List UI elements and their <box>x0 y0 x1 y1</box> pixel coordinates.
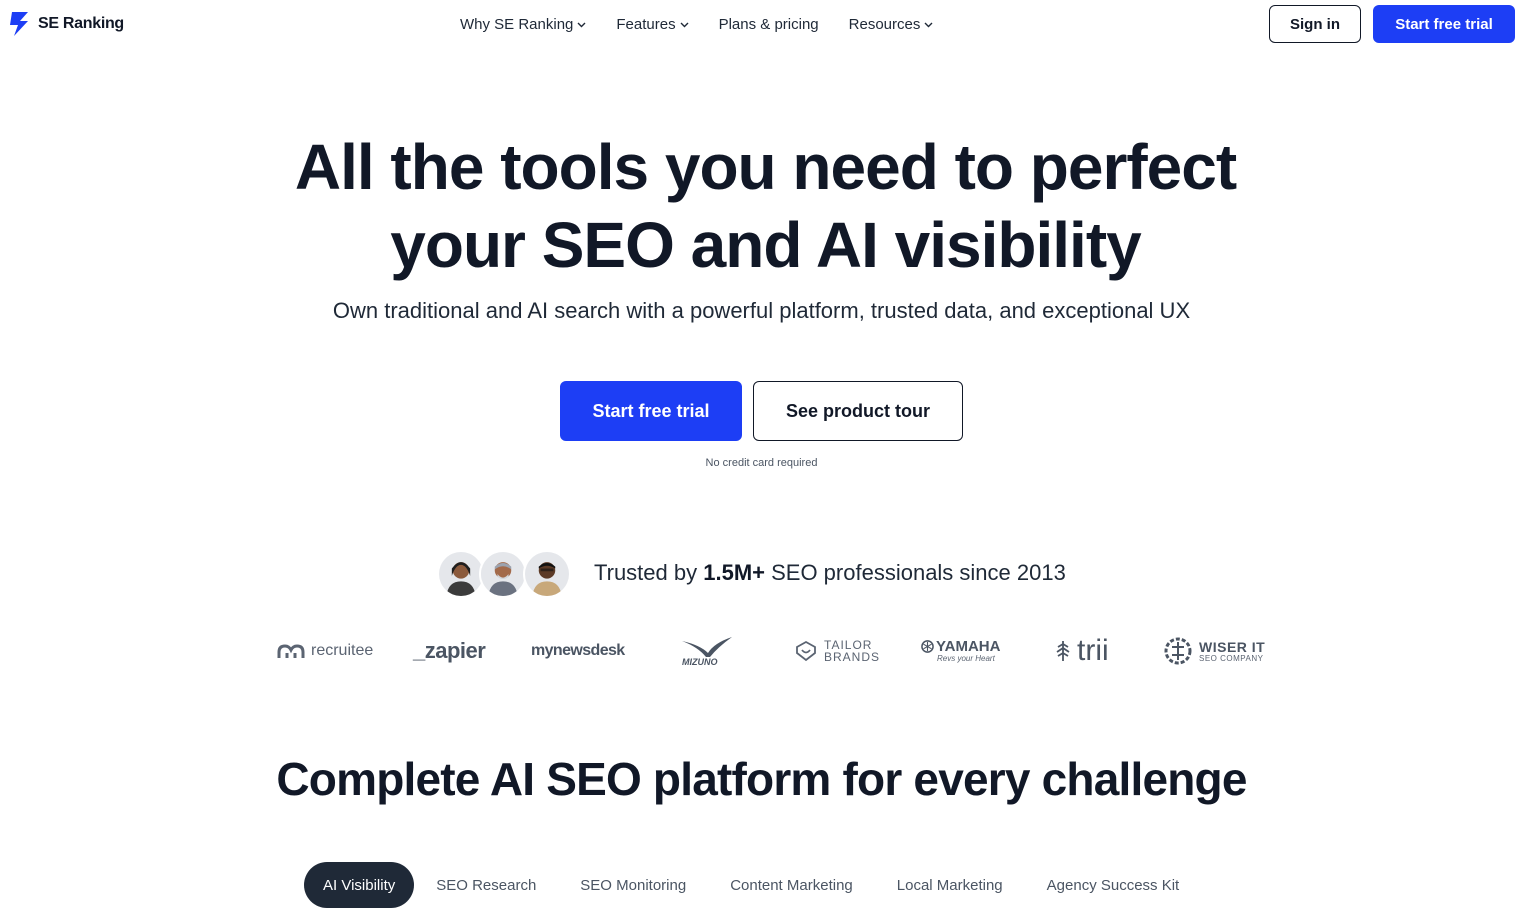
tab-agency-success-kit[interactable]: Agency Success Kit <box>1025 862 1202 908</box>
mynewsdesk-text: mynewsdesk <box>531 642 625 659</box>
trusted-suffix: SEO professionals since 2013 <box>765 560 1066 585</box>
zapier-logo: _zapier <box>413 628 486 674</box>
recruitee-logo: recruitee <box>277 628 373 674</box>
main-nav: Why SE Ranking Features Plans & pricing … <box>460 13 963 35</box>
yamaha-logo: YAMAHA Revs your Heart <box>921 628 1000 674</box>
yamaha-tagline: Revs your Heart <box>937 654 995 663</box>
wiser-it-logo: WISER IT SEO COMPANY <box>1163 628 1265 674</box>
nav-item-plans-pricing[interactable]: Plans & pricing <box>719 16 819 33</box>
recruitee-text: recruitee <box>311 642 374 659</box>
wiser-line-2: SEO COMPANY <box>1199 653 1264 663</box>
tailor-brands-logo: TAILOR BRANDS <box>794 628 880 674</box>
start-free-trial-button[interactable]: Start free trial <box>560 381 742 441</box>
avatar-group <box>437 550 572 598</box>
trusted-prefix: Trusted by <box>594 560 704 585</box>
mizuno-logo: MIZUNO <box>680 628 734 674</box>
page: SE Ranking Why SE Ranking Features Plans… <box>0 0 1531 922</box>
wiser-line-1: WISER IT <box>1199 638 1266 655</box>
recruitee-icon <box>277 644 305 658</box>
chevron-down-icon <box>924 22 933 27</box>
trii-tree-icon <box>1056 641 1070 661</box>
tailor-line-2: BRANDS <box>824 650 881 664</box>
yamaha-text: YAMAHA <box>936 638 1001 655</box>
nav-item-features[interactable]: Features <box>616 15 689 33</box>
trusted-by-text: Trusted by 1.5M+ SEO professionals since… <box>594 560 1066 586</box>
zapier-text: _zapier <box>413 638 486 663</box>
start-free-trial-header-button[interactable]: Start free trial <box>1373 5 1515 43</box>
nav-item-why-se-ranking[interactable]: Why SE Ranking <box>460 16 586 33</box>
trii-logo: trii <box>1055 628 1109 674</box>
no-credit-card-note: No credit card required <box>705 457 818 469</box>
site-header: SE Ranking Why SE Ranking Features Plans… <box>0 0 1531 48</box>
avatar <box>479 550 527 598</box>
avatar <box>437 550 485 598</box>
mizuno-mark-icon: MIZUNO <box>682 637 732 667</box>
hero-title-line-1: All the tools you need to perfect <box>294 131 1237 203</box>
tailor-brands-icon <box>796 640 816 662</box>
logo-link[interactable]: SE Ranking <box>8 10 124 38</box>
yamaha-tuning-fork-icon <box>921 640 934 653</box>
svg-text:MIZUNO: MIZUNO <box>682 657 718 667</box>
nav-item-label: Why SE Ranking <box>460 15 574 33</box>
logo-text: SE Ranking <box>38 15 124 32</box>
client-logos: recruitee _zapier mynewsdesk MIZUNO TAIL… <box>0 628 1531 678</box>
tab-ai-visibility[interactable]: AI Visibility <box>304 862 415 908</box>
mynewsdesk-logo: mynewsdesk <box>531 628 625 674</box>
section-title: Complete AI SEO platform for every chall… <box>276 753 1247 805</box>
hero-title: All the tools you need to perfect your S… <box>0 128 1531 284</box>
chevron-down-icon <box>680 22 689 27</box>
tab-content-marketing[interactable]: Content Marketing <box>708 862 875 908</box>
sign-in-button[interactable]: Sign in <box>1269 5 1361 43</box>
nav-item-label: Resources <box>848 15 921 33</box>
nav-item-label: Features <box>616 15 676 33</box>
wiser-brain-icon <box>1164 637 1192 665</box>
tab-seo-research[interactable]: SEO Research <box>414 862 558 908</box>
nav-item-label: Plans & pricing <box>718 15 819 33</box>
feature-tabs: AI Visibility SEO Research SEO Monitorin… <box>304 862 1201 908</box>
hero-subtitle: Own traditional and AI search with a pow… <box>332 298 1191 323</box>
tab-seo-monitoring[interactable]: SEO Monitoring <box>558 862 708 908</box>
chevron-down-icon <box>577 22 586 27</box>
trii-text: trii <box>1077 634 1109 667</box>
trusted-count: 1.5M+ <box>703 560 765 585</box>
hero-title-line-2: your SEO and AI visibility <box>390 209 1141 281</box>
see-product-tour-button[interactable]: See product tour <box>753 381 963 441</box>
tab-local-marketing[interactable]: Local Marketing <box>875 862 1025 908</box>
se-ranking-logo-icon <box>10 12 28 36</box>
nav-item-resources[interactable]: Resources <box>849 16 934 33</box>
avatar <box>523 550 571 598</box>
